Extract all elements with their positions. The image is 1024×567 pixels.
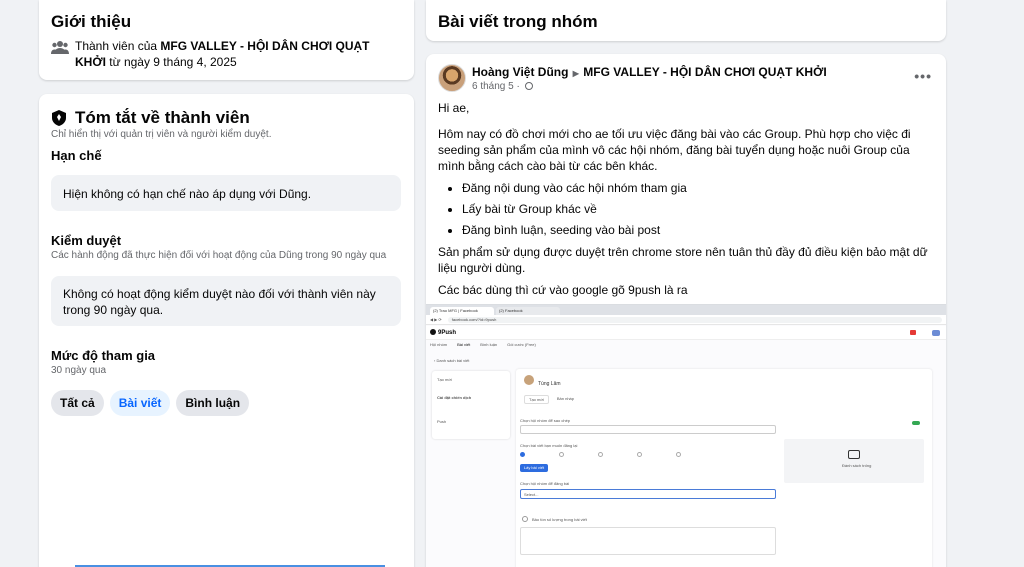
more-horizontal-icon: ••• (914, 68, 932, 84)
embedded-tab-item: Tạo mới (524, 395, 549, 404)
about-title: Giới thiệu (51, 12, 132, 31)
post-date-link[interactable]: 6 tháng 5 · (472, 81, 520, 92)
posts-section-title: Bài viết trong nhóm (438, 12, 598, 31)
shield-icon (51, 110, 67, 126)
post-note: Sản phẩm sử dụng được duyệt trên chrome … (438, 245, 928, 275)
filter-all-pill[interactable]: Tất cả (51, 390, 104, 416)
list-item: Đăng bình luận, seeding vào bài post (462, 222, 934, 238)
embedded-field-label: Chọn hội nhóm để sao chép (520, 418, 571, 423)
embedded-back-link: ‹ Danh sách bài viết (434, 358, 470, 363)
embedded-radio (637, 452, 642, 457)
embedded-radio-row (520, 452, 681, 457)
embedded-fetch-button: Lấy bài viết (520, 464, 548, 472)
embedded-group-select: Select... (520, 489, 776, 499)
post-intro: Hôm nay có đồ chơi mới cho ae tối ưu việ… (438, 127, 911, 173)
embedded-textarea (520, 527, 776, 555)
post-body: Hi ae, Hôm nay có đồ chơi mới cho ae tối… (438, 100, 934, 304)
filter-posts-pill[interactable]: Bài viết (109, 390, 171, 416)
caret-right-icon: ▶ (572, 69, 579, 78)
summary-title: Tóm tắt về thành viên (75, 108, 250, 127)
embedded-browser-tabs: (2) Trao MFG | Facebook (2) Facebook (426, 305, 946, 315)
membership-suffix: từ ngày 9 tháng 4, 2025 (105, 55, 237, 69)
list-item: Đăng nội dung vào các hội nhóm tham gia (462, 180, 934, 196)
embedded-nav-item: Bình luận (480, 342, 498, 347)
embedded-tab-item: Bản nháp (556, 396, 574, 401)
embedded-radio (598, 452, 603, 457)
members-icon (51, 40, 69, 54)
restriction-text: Hiện không có hạn chế nào áp dụng với Dũ… (63, 187, 312, 201)
embedded-side-item: Push (437, 419, 447, 424)
embedded-radio (676, 452, 681, 457)
embedded-tab: (2) Facebook (496, 307, 560, 315)
moderation-text: Không có hoạt động kiểm duyệt nào đối vớ… (63, 287, 376, 317)
list-item: Lấy bài từ Group khác về (462, 201, 934, 217)
embedded-youtube-icon (910, 330, 916, 335)
post-header: Hoàng Việt Dũng ▶ MFG VALLEY - HỘI DÂN C… (472, 65, 827, 79)
summary-subtitle: Chỉ hiển thị với quản trị viên và người … (51, 129, 272, 140)
embedded-logo: 9Push (430, 329, 456, 336)
embedded-toggle (912, 421, 920, 425)
embedded-app-header: 9Push (426, 326, 946, 340)
post-group-link[interactable]: MFG VALLEY - HỘI DÂN CHƠI QUẠT KHỞI (583, 65, 826, 79)
embedded-nav-item: Bài viết (457, 342, 471, 347)
embedded-preview-label: Đánh sách trống (842, 463, 872, 468)
author-avatar[interactable] (438, 64, 466, 92)
embedded-select-placeholder: Select... (524, 492, 539, 497)
filter-comments-pill[interactable]: Bình luận (176, 390, 250, 416)
embedded-checkbox-label: Bảo tồn số lượng trong bài viết (532, 517, 587, 522)
embedded-side-item: Tạo mới (437, 377, 452, 382)
embedded-side-menu: Tạo mới Cài đặt chiến dịch Push (432, 371, 510, 439)
post-image[interactable]: (2) Trao MFG | Facebook (2) Facebook ◀ ▶… (426, 304, 946, 567)
embedded-nav: Hội nhóm Bài viết Bình luận Gói cước (Fr… (430, 342, 536, 347)
embedded-nav-item: Hội nhóm (430, 342, 448, 347)
post-greeting: Hi ae, (438, 101, 470, 115)
embedded-field-label: Chọn hội nhóm để đăng bài (520, 481, 570, 486)
engagement-filters: Tất cả Bài viết Bình luận (51, 390, 255, 416)
restriction-box: Hiện không có hạn chế nào áp dụng với Dũ… (51, 175, 401, 211)
posts-header-card: Bài viết trong nhóm (426, 0, 946, 41)
membership-prefix: Thành viên của (75, 39, 161, 53)
moderation-heading: Kiểm duyệt (51, 233, 122, 248)
embedded-checkbox (522, 516, 528, 522)
member-summary-card: Tóm tắt về thành viên Chỉ hiển thị với q… (39, 94, 414, 567)
more-options-button[interactable]: ••• (914, 68, 932, 84)
embedded-tabs: Tạo mới Bản nháp (524, 395, 578, 404)
post-meta: 6 tháng 5 · (472, 81, 533, 92)
embedded-tab: (2) Trao MFG | Facebook (430, 307, 494, 315)
engagement-heading: Mức độ tham gia (51, 348, 156, 363)
embedded-preview-panel: Đánh sách trống (784, 419, 924, 485)
moderation-subtitle: Các hành động đã thực hiện đối với hoạt … (51, 250, 387, 261)
inbox-icon (848, 450, 860, 459)
about-card: Giới thiệu Thành viên của MFG VALLEY - H… (39, 0, 414, 80)
embedded-side-item: Cài đặt chiến dịch (437, 395, 472, 400)
embedded-select (520, 425, 776, 434)
embedded-nav-icon: ◀ ▶ ⟳ (430, 317, 442, 322)
embedded-user-name: Tùng Lâm (538, 381, 561, 387)
post-bullet-list: Đăng nội dung vào các hội nhóm tham gia … (462, 180, 934, 238)
engagement-subtitle: 30 ngày qua (51, 365, 107, 376)
globe-icon (524, 82, 533, 90)
embedded-radio (559, 452, 564, 457)
embedded-url: facebook.com/?id=9push (447, 316, 942, 323)
author-name-link[interactable]: Hoàng Việt Dũng (472, 65, 568, 79)
membership-text: Thành viên của MFG VALLEY - HỘI DÂN CHƠI… (75, 38, 401, 70)
post-cta: Các bác dùng thì cứ vào google gõ 9push … (438, 283, 688, 297)
embedded-form-panel: Tùng Lâm Tạo mới Bản nháp Chọn hội nhóm … (516, 369, 932, 567)
embedded-user-avatar (524, 375, 534, 385)
embedded-nav-item: Gói cước (Free) (507, 342, 536, 347)
restriction-heading: Hạn chế (51, 148, 102, 163)
embedded-address-bar: ◀ ▶ ⟳ facebook.com/?id=9push (426, 315, 946, 325)
embedded-field-label: Chọn bài viết bạn muốn đăng lại (520, 443, 578, 448)
embedded-avatar (932, 330, 940, 336)
embedded-radio (520, 452, 525, 457)
moderation-box: Không có hoạt động kiểm duyệt nào đối vớ… (51, 276, 401, 326)
